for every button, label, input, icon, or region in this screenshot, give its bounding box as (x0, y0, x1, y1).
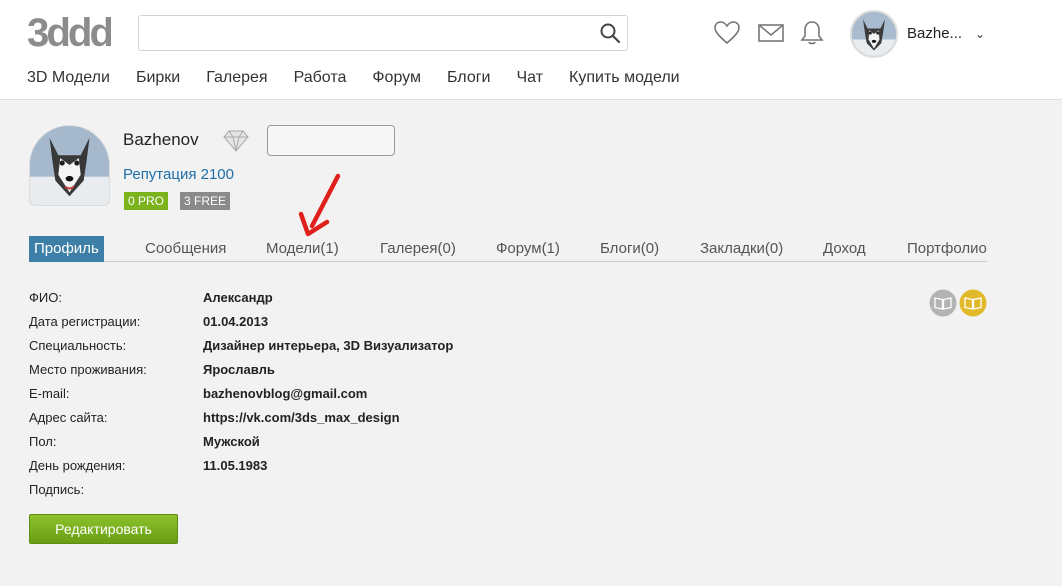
edit-profile-button[interactable]: Редактировать (29, 514, 178, 544)
info-label: E-mail: (29, 386, 70, 401)
info-value: Александр (203, 290, 273, 305)
tab-bookmarks[interactable]: Закладки(0) (700, 236, 783, 262)
pro-badge: 0 PRO (124, 192, 169, 210)
info-label: Место проживания: (29, 362, 147, 377)
search-bar (138, 15, 628, 51)
nav-item-3d-models[interactable]: 3D Модели (27, 69, 110, 91)
tab-models[interactable]: Модели(1) (266, 236, 339, 262)
nav-item-blogs[interactable]: Блоги (447, 69, 491, 91)
nav-item-chat[interactable]: Чат (517, 69, 544, 91)
search-input[interactable] (139, 16, 589, 50)
info-label: Подпись: (29, 482, 85, 497)
mail-icon[interactable] (757, 19, 785, 47)
search-icon[interactable] (599, 22, 621, 44)
info-value: 11.05.1983 (203, 458, 268, 473)
diamond-icon (222, 126, 250, 154)
site-logo[interactable]: 3ddd (27, 14, 111, 52)
info-value: Дизайнер интерьера, 3D Визуализатор (203, 338, 454, 353)
red-arrow-annotation-icon (298, 173, 341, 237)
chevron-down-icon[interactable]: ⌄ (975, 27, 985, 41)
info-label: ФИО: (29, 290, 62, 305)
tab-income[interactable]: Доход (823, 236, 866, 262)
logo-3ddd-icon: 3ddd (27, 14, 111, 52)
bell-icon[interactable] (798, 19, 826, 47)
top-header: 3ddd Bazhe... ⌄ 3D Модели Бирки Галерея … (0, 0, 1062, 100)
status-field[interactable] (267, 125, 395, 156)
header-username[interactable]: Bazhe... (907, 25, 962, 42)
nav-item-jobs[interactable]: Работа (294, 69, 347, 91)
book-gold-icon[interactable] (959, 289, 987, 317)
info-label: День рождения: (29, 458, 126, 473)
book-gray-icon[interactable] (929, 289, 957, 317)
nav-item-buy-models[interactable]: Купить модели (569, 69, 680, 91)
tab-forum[interactable]: Форум(1) (496, 236, 560, 262)
svg-text:3ddd: 3ddd (27, 14, 111, 52)
info-label: Дата регистрации: (29, 314, 141, 329)
info-value: https://vk.com/3ds_max_design (203, 410, 400, 425)
tab-messages[interactable]: Сообщения (145, 236, 226, 262)
nav-item-tags[interactable]: Бирки (136, 69, 180, 91)
profile-avatar (29, 125, 110, 206)
reputation-link[interactable]: Репутация 2100 (123, 166, 234, 183)
profile-tabs: Профиль Сообщения Модели(1) Галерея(0) Ф… (29, 236, 987, 262)
tab-profile[interactable]: Профиль (29, 236, 104, 262)
info-value: 01.04.2013 (203, 314, 269, 329)
nav-item-forum[interactable]: Форум (372, 69, 421, 91)
free-badge: 3 FREE (180, 192, 231, 210)
info-label: Адрес сайта: (29, 410, 108, 425)
profile-name: Bazhenov (123, 130, 199, 149)
tab-gallery[interactable]: Галерея(0) (380, 236, 456, 262)
info-value: Ярославль (203, 362, 275, 377)
tab-portfolio[interactable]: Портфолио (907, 236, 987, 262)
heart-icon[interactable] (713, 19, 741, 47)
info-value: bazhenovblog@gmail.com (203, 386, 368, 401)
user-avatar[interactable] (850, 10, 898, 58)
tab-blogs[interactable]: Блоги(0) (600, 236, 659, 262)
info-value: Мужской (203, 434, 260, 449)
nav-item-gallery[interactable]: Галерея (206, 69, 267, 91)
info-label: Специальность: (29, 338, 127, 353)
main-nav: 3D Модели Бирки Галерея Работа Форум Бло… (27, 69, 706, 91)
info-label: Пол: (29, 434, 57, 449)
